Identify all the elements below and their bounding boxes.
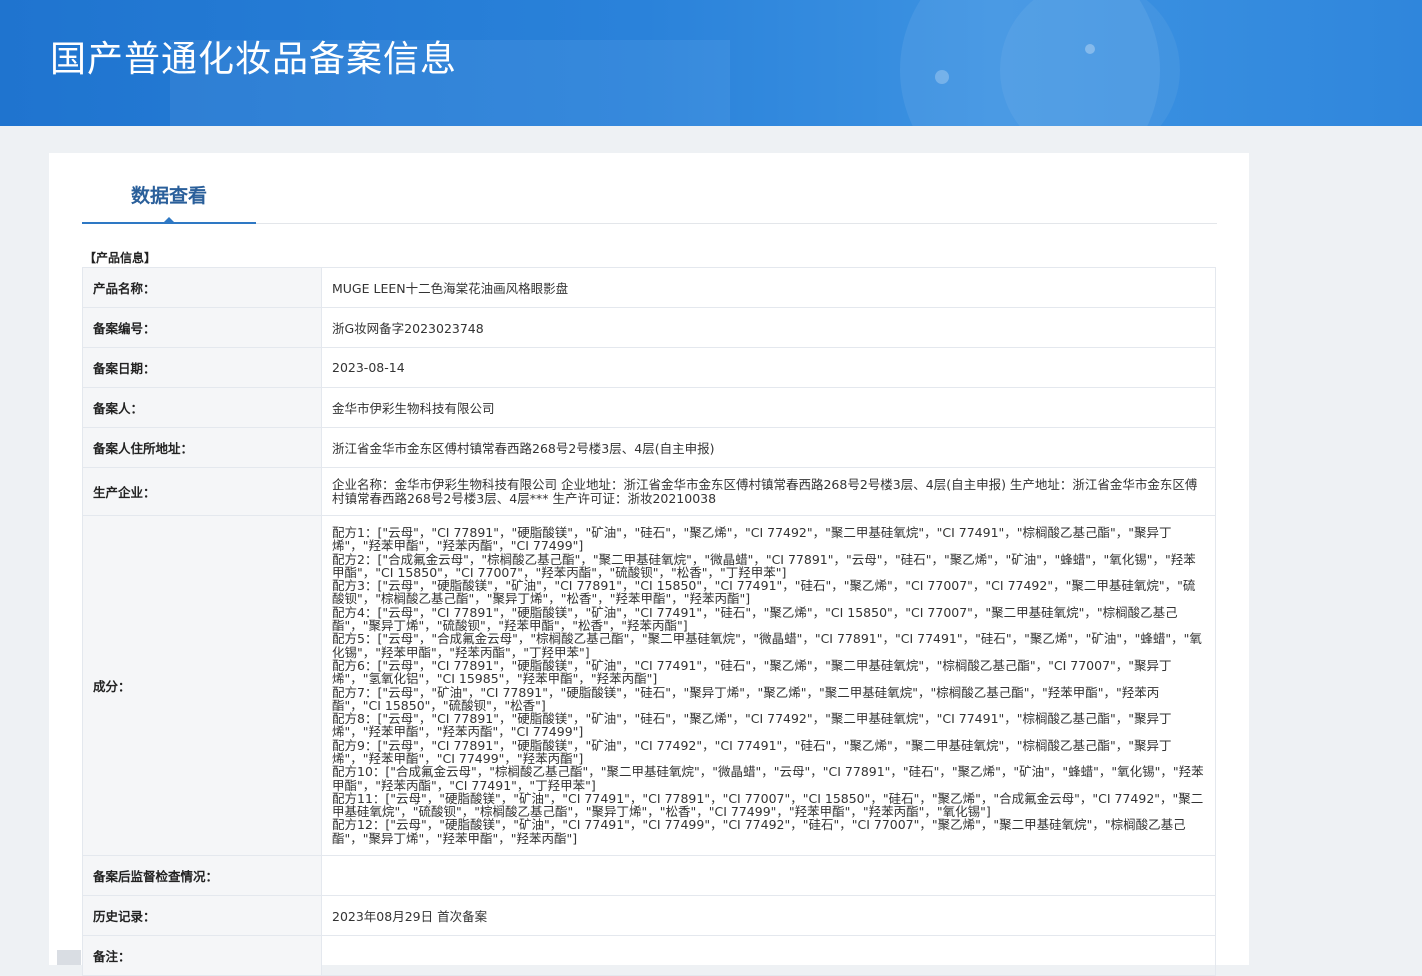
product-name-value: MUGE LEEN十二色海棠花油画风格眼影盘 xyxy=(321,267,1216,308)
formula-line: 配方7：["云母"，"矿油"，"CI 77891"，"硬脂酸镁"，"硅石"，"聚… xyxy=(332,684,1160,713)
field-label: 备案日期： xyxy=(82,347,322,388)
section-title: 【产品信息】 xyxy=(84,251,157,265)
record-date-value: 2023-08-14 xyxy=(321,347,1216,388)
header-decoration xyxy=(1000,0,1180,126)
formula-line: 配方8：["云母"，"CI 77891"，"硬脂酸镁"，"矿油"，"硅石"，"聚… xyxy=(332,711,1172,740)
remarks-value xyxy=(321,935,1216,976)
side-tab-handle[interactable] xyxy=(57,950,81,965)
formula-line: 配方4：["云母"，"CI 77891"，"硬脂酸镁"，"矿油"，"CI 774… xyxy=(332,604,1178,634)
table-row: 备案编号： 浙G妆网备字2023023748 xyxy=(82,307,1216,348)
ingredients-value: 配方1：["云母"，"CI 77891"，"硬脂酸镁"，"矿油"，"硅石"，"聚… xyxy=(321,515,1216,856)
page-title: 国产普通化妆品备案信息 xyxy=(50,39,458,80)
table-row: 产品名称： MUGE LEEN十二色海棠花油画风格眼影盘 xyxy=(82,267,1216,308)
table-row: 备案人住所地址： 浙江省金华市金东区傅村镇常春西路268号2号楼3层、4层(自主… xyxy=(82,427,1216,468)
field-label: 备注： xyxy=(82,935,322,976)
table-row: 历史记录： 2023年08月29日 首次备案 xyxy=(82,895,1216,936)
tab-bar: 数据查看 xyxy=(82,153,1217,224)
content-panel: 数据查看 【产品信息】 产品名称： MUGE LEEN十二色海棠花油画风格眼影盘… xyxy=(49,153,1249,976)
table-row: 备注： xyxy=(82,935,1216,976)
page-header: 国产普通化妆品备案信息 xyxy=(0,0,1422,126)
field-label: 备案编号： xyxy=(82,307,322,348)
header-decoration xyxy=(1085,44,1095,54)
active-tab-caret-icon xyxy=(163,217,175,223)
field-label: 备案后监督检查情况： xyxy=(82,855,322,896)
formula-line: 配方9：["云母"，"CI 77891"，"硬脂酸镁"，"矿油"，"CI 774… xyxy=(332,737,1172,766)
table-row: 备案日期： 2023-08-14 xyxy=(82,347,1216,388)
field-label: 历史记录： xyxy=(82,895,322,936)
product-info-table: 产品名称： MUGE LEEN十二色海棠花油画风格眼影盘 备案编号： 浙G妆网备… xyxy=(82,267,1216,976)
field-label: 备案人： xyxy=(82,387,322,428)
table-row: 成分： 配方1：["云母"，"CI 77891"，"硬脂酸镁"，"矿油"，"硅石… xyxy=(82,515,1216,856)
post-inspection-value xyxy=(321,855,1216,896)
table-row: 备案后监督检查情况： xyxy=(82,855,1216,896)
formula-line: 配方5：["云母"，"合成氟金云母"，"棕榈酸乙基己酯"，"聚二甲基硅氧烷"，"… xyxy=(332,631,1202,660)
registrant-address-value: 浙江省金华市金东区傅村镇常春西路268号2号楼3层、4层(自主申报) xyxy=(321,427,1216,468)
record-no-value: 浙G妆网备字2023023748 xyxy=(321,307,1216,348)
field-label: 成分： xyxy=(82,515,322,856)
manufacturer-value: 企业名称：金华市伊彩生物科技有限公司 企业地址：浙江省金华市金东区傅村镇常春西路… xyxy=(321,467,1216,516)
field-label: 产品名称： xyxy=(82,267,322,308)
registrant-value: 金华市伊彩生物科技有限公司 xyxy=(321,387,1216,428)
formula-line: 配方6：["云母"，"CI 77891"，"硬脂酸镁"，"矿油"，"CI 774… xyxy=(332,657,1172,687)
history-value: 2023年08月29日 首次备案 xyxy=(321,895,1216,936)
formula-line: 配方1：["云母"，"CI 77891"，"硬脂酸镁"，"矿油"，"硅石"，"聚… xyxy=(332,524,1172,554)
field-label: 生产企业： xyxy=(82,467,322,516)
header-decoration xyxy=(935,70,949,84)
formula-line: 配方2：["合成氟金云母"，"棕榈酸乙基己酯"，"聚二甲基硅氧烷"，"微晶蜡"，… xyxy=(332,551,1196,580)
formula-line: 配方10：["合成氟金云母"，"棕榈酸乙基己酯"，"聚二甲基硅氧烷"，"微晶蜡"… xyxy=(332,764,1204,793)
table-row: 备案人： 金华市伊彩生物科技有限公司 xyxy=(82,387,1216,428)
field-label: 备案人住所地址： xyxy=(82,427,322,468)
formula-line: 配方11：["云母"，"硬脂酸镁"，"矿油"，"CI 77491"，"CI 77… xyxy=(332,790,1204,820)
formula-line: 配方3：["云母"，"硬脂酸镁"，"矿油"，"CI 77891"，"CI 158… xyxy=(332,578,1196,607)
tab-data-view[interactable]: 数据查看 xyxy=(82,153,256,224)
table-row: 生产企业： 企业名称：金华市伊彩生物科技有限公司 企业地址：浙江省金华市金东区傅… xyxy=(82,467,1216,516)
formula-line: 配方12：["云母"，"硬脂酸镁"，"矿油"，"CI 77491"，"CI 77… xyxy=(332,817,1186,846)
tab-label: 数据查看 xyxy=(130,185,207,207)
